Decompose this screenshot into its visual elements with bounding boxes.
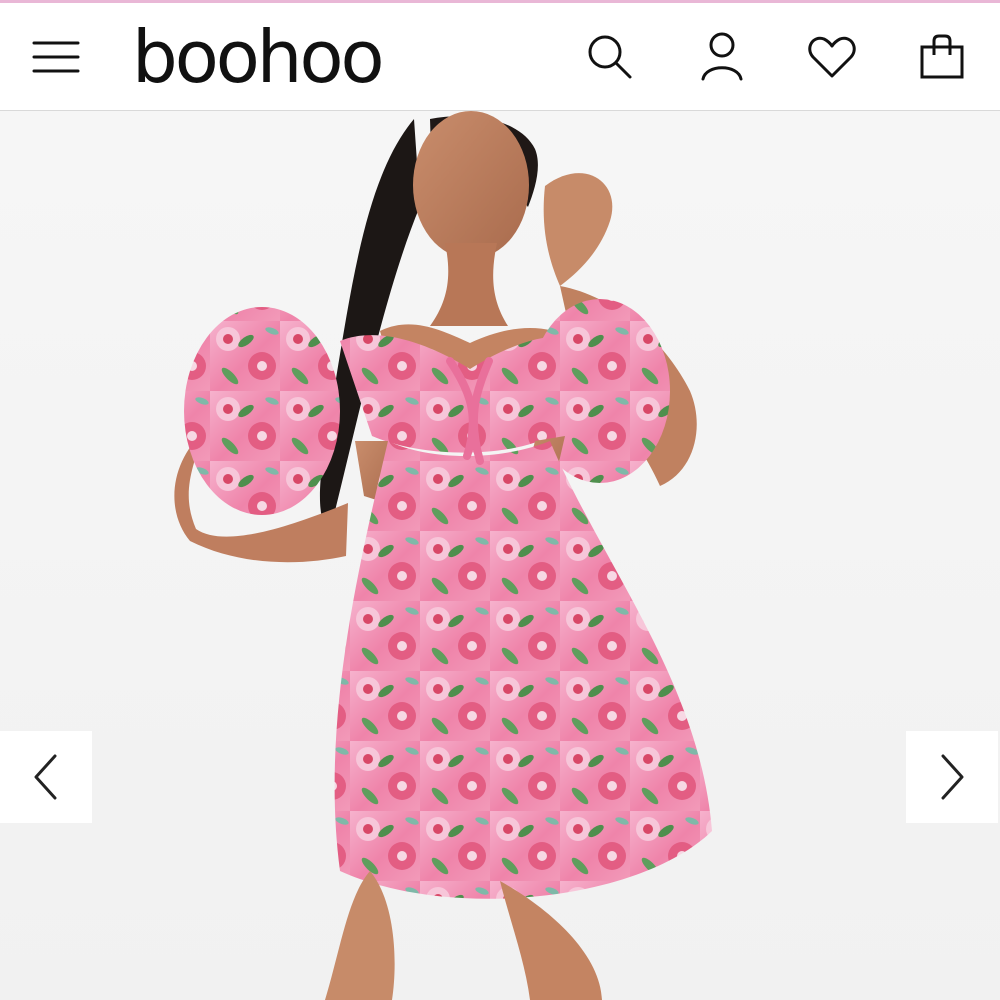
product-page: boohoo xyxy=(0,0,1000,1000)
shopping-bag-icon xyxy=(920,34,964,79)
menu-button[interactable] xyxy=(24,25,88,89)
search-icon xyxy=(588,35,632,79)
heart-icon xyxy=(808,36,856,78)
shopping-bag-button[interactable] xyxy=(910,25,974,89)
search-button[interactable] xyxy=(578,25,642,89)
chevron-right-icon xyxy=(941,754,964,800)
hamburger-menu-icon xyxy=(32,41,80,73)
wishlist-button[interactable] xyxy=(800,25,864,89)
product-photo[interactable] xyxy=(0,111,1000,1000)
user-icon xyxy=(701,32,743,81)
product-image-gallery[interactable] xyxy=(0,111,1000,1000)
chevron-left-icon xyxy=(34,754,57,800)
site-header: boohoo xyxy=(0,3,1000,111)
next-image-button[interactable] xyxy=(906,731,998,823)
previous-image-button[interactable] xyxy=(0,731,92,823)
account-button[interactable] xyxy=(690,25,754,89)
brand-logo[interactable]: boohoo xyxy=(132,11,385,103)
